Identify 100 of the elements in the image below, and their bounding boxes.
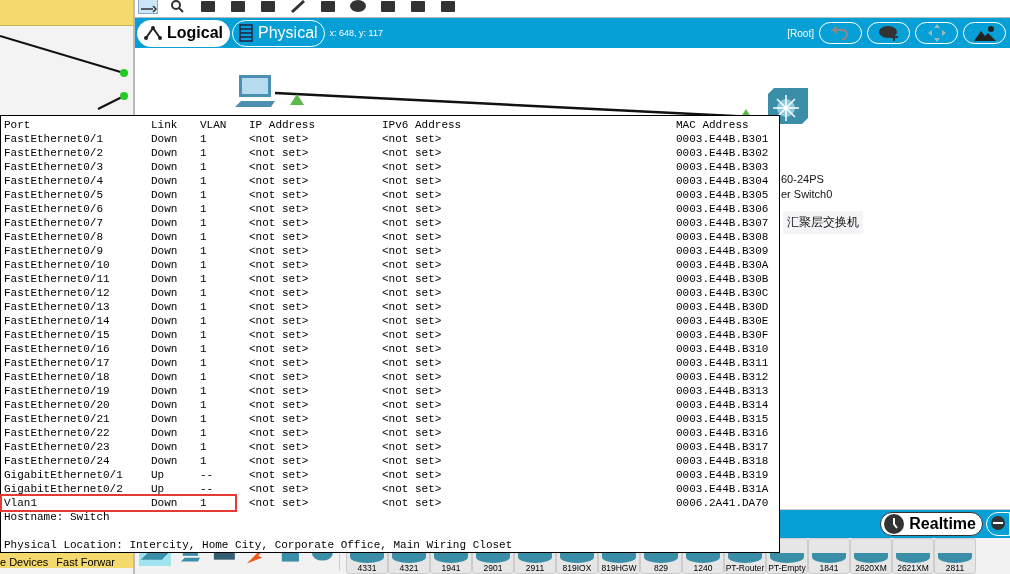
table-cell-text: <not set> <box>249 258 310 272</box>
simulation-icon <box>990 515 1006 533</box>
device-model[interactable]: 2620XM <box>850 538 892 574</box>
table-cell-text: FastEthernet0/21 <box>4 412 111 426</box>
column-header: Link <box>151 118 179 132</box>
switch-icon[interactable] <box>768 88 808 124</box>
table-cell-text: <not set> <box>249 230 310 244</box>
table-cell-text: 0003.E44B.B30D <box>676 300 770 314</box>
ellipse-icon[interactable] <box>349 0 367 13</box>
table-cell-text: 1 <box>200 286 208 300</box>
table-cell-text: <not set> <box>249 216 310 230</box>
table-cell-text: <not set> <box>382 426 443 440</box>
table-cell-text: FastEthernet0/13 <box>4 300 111 314</box>
landscape-icon <box>973 25 996 41</box>
device-model[interactable]: 2621XM <box>892 538 934 574</box>
table-cell-text: <not set> <box>382 174 443 188</box>
table-cell-text: Down <box>151 496 179 510</box>
path-text: [Root] <box>787 27 814 39</box>
table-cell-text: 1 <box>200 146 208 160</box>
table-cell-text: <not set> <box>249 412 310 426</box>
table-cell-text: <not set> <box>382 328 443 342</box>
table-cell-text: Up <box>151 468 166 482</box>
router-icon <box>895 553 931 563</box>
select-icon[interactable] <box>139 0 157 13</box>
table-cell-text: <not set> <box>249 286 310 300</box>
table-cell-text: FastEthernet0/23 <box>4 440 111 454</box>
table-cell-text: 0003.E44B.B310 <box>676 342 770 356</box>
table-cell-text: 1 <box>200 132 208 146</box>
table-cell-text: FastEthernet0/14 <box>4 314 111 328</box>
table-cell-text: Down <box>151 132 179 146</box>
table-cell-text: <not set> <box>249 454 310 468</box>
port-dot <box>120 92 128 100</box>
table-cell-text: FastEthernet0/8 <box>4 230 105 244</box>
table-cell-text: <not set> <box>382 370 443 384</box>
table-cell-text: <not set> <box>249 160 310 174</box>
table-cell-text: <not set> <box>382 496 443 510</box>
table-cell-text: <not set> <box>249 132 310 146</box>
table-cell-text: <not set> <box>249 426 310 440</box>
table-cell-text: 1 <box>200 314 208 328</box>
table-cell-text: <not set> <box>382 342 443 356</box>
table-cell-text: Down <box>151 440 179 454</box>
table-cell-text: <not set> <box>382 300 443 314</box>
realtime-button[interactable]: Realtime <box>880 512 983 536</box>
table-cell-text: 1 <box>200 160 208 174</box>
table-cell-text: 1 <box>200 454 208 468</box>
table-cell-text: Down <box>151 258 179 272</box>
pencil-icon[interactable] <box>289 0 307 13</box>
simulation-button[interactable] <box>986 512 1010 536</box>
view-tab[interactable]: Logical <box>137 19 230 47</box>
table-cell-text: -- <box>200 468 215 482</box>
table-cell-text: 0003.E44B.B308 <box>676 230 770 244</box>
table-cell-text: FastEthernet0/11 <box>4 272 111 286</box>
table-cell-text: <not set> <box>382 132 443 146</box>
column-header: IP Address <box>249 118 316 132</box>
table-cell-text: 1 <box>200 440 208 454</box>
router-icon <box>937 553 973 563</box>
table-cell-text: FastEthernet0/3 <box>4 160 105 174</box>
table-cell-text: <not set> <box>249 244 310 258</box>
rectangle-icon[interactable] <box>319 0 337 13</box>
table-cell-text: <not set> <box>249 300 310 314</box>
table-cell-text: <not set> <box>382 230 443 244</box>
table-cell-text: 0003.E44B.B303 <box>676 160 770 174</box>
table-cell-text: FastEthernet0/16 <box>4 342 111 356</box>
table-cell-text: FastEthernet0/24 <box>4 454 111 468</box>
table-cell-text: FastEthernet0/5 <box>4 188 105 202</box>
table-cell-text: <not set> <box>249 146 310 160</box>
table-cell-text: FastEthernet0/4 <box>4 174 105 188</box>
table-cell-text: Down <box>151 216 179 230</box>
table-cell-text: <not set> <box>249 468 310 482</box>
table-cell-text: Down <box>151 272 179 286</box>
table-cell-text: 0003.E44B.B317 <box>676 440 770 454</box>
coordinates-text: x: 648, y: 117 <box>329 28 383 38</box>
cloud-plus-icon <box>877 25 900 41</box>
table-cell-text: 0003.E44B.B304 <box>676 174 770 188</box>
table-cell-text: 1 <box>200 398 208 412</box>
table-cell-text: 0003.E44B.B30E <box>676 314 770 328</box>
table-cell-text: <not set> <box>249 272 310 286</box>
table-cell-text: 0003.E44B.B309 <box>676 244 770 258</box>
table-cell-text: Vlan1 <box>4 496 38 510</box>
table-cell-text: <not set> <box>382 468 443 482</box>
table-cell-text: <not set> <box>382 286 443 300</box>
table-cell-text: FastEthernet0/17 <box>4 356 111 370</box>
table-cell-text: <not set> <box>382 384 443 398</box>
device-model[interactable]: 2811 <box>934 538 976 574</box>
table-cell-text: Down <box>151 188 179 202</box>
table-cell-text: 0003.E44B.B313 <box>676 384 770 398</box>
table-cell-text: Down <box>151 146 179 160</box>
table-cell-text: <not set> <box>249 356 310 370</box>
table-cell-text: GigabitEthernet0/2 <box>4 482 124 496</box>
status-text: Fast Forwar <box>56 556 115 568</box>
table-cell-text: 0003.E44B.B311 <box>676 356 770 370</box>
table-cell-text: <not set> <box>382 398 443 412</box>
table-cell-text: FastEthernet0/1 <box>4 132 105 146</box>
table-cell-text: Down <box>151 244 179 258</box>
topology-icon <box>144 26 162 40</box>
table-cell-text: <not set> <box>382 272 443 286</box>
table-cell-text: Down <box>151 314 179 328</box>
table-cell-text: Down <box>151 174 179 188</box>
table-cell-text: 0003.E44B.B30F <box>676 328 770 342</box>
device-model[interactable]: 1841 <box>808 538 850 574</box>
